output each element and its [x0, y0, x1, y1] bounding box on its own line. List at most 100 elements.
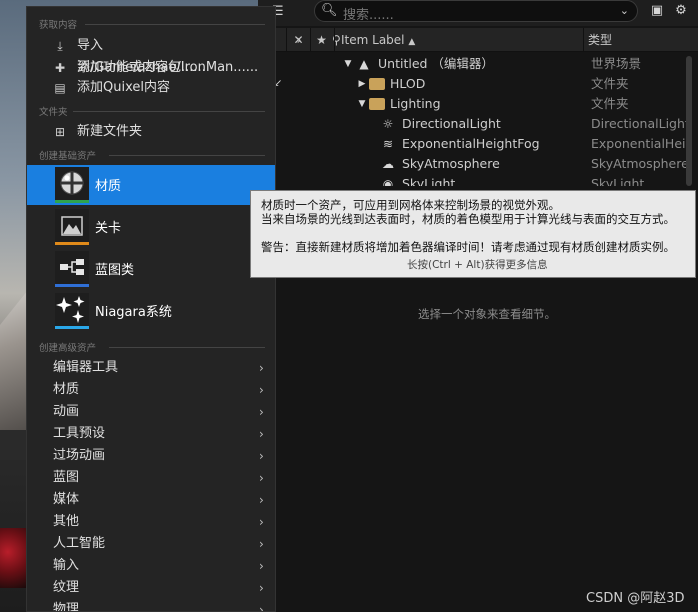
submenu-tool-presets[interactable]: 工具预设 ›	[27, 423, 275, 445]
chevron-right-icon: ›	[259, 493, 264, 507]
chevron-right-icon: ›	[259, 603, 264, 612]
row-type: 文件夹	[591, 76, 629, 91]
asset-type-bar	[55, 200, 89, 203]
asset-type-bar	[55, 242, 89, 245]
row-type: 世界场景	[591, 56, 642, 71]
section-divider	[109, 347, 265, 348]
submenu-label: 纹理	[53, 580, 80, 595]
import-icon: ⤓	[57, 39, 63, 53]
outliner-header: ✕ › ★ ⚲ Item Label ▲ 类型	[258, 28, 698, 52]
collapse-arrow-icon[interactable]: ▶	[354, 74, 370, 94]
asset-label: 蓝图类	[95, 263, 135, 278]
material-thumbnail	[55, 167, 89, 203]
add-feature-label: 添加功能或内容包......	[77, 60, 206, 75]
search-icon: 🔍︎	[321, 3, 338, 18]
submenu-blueprint[interactable]: 蓝图 ›	[27, 467, 275, 489]
row-label: Untitled （编辑器）	[378, 56, 494, 71]
outliner-toolbar: ☰ 🔍︎ 搜索...... ⌄ ▣ ⚙	[258, 0, 698, 26]
outliner-row[interactable]: ☼ DirectionalLight DirectionalLight	[258, 114, 698, 134]
item-label-column[interactable]: Item Label ▲	[334, 28, 583, 52]
row-type: ExponentialHeightFog	[591, 136, 689, 151]
niagara-thumbnail	[55, 293, 89, 329]
submenu-label: 过场动画	[53, 448, 106, 463]
submenu-label: 输入	[53, 558, 80, 573]
create-level-item[interactable]: 关卡	[27, 207, 275, 247]
section-advanced-assets: 创建高级资产	[39, 343, 97, 354]
asset-label: 材质	[95, 179, 122, 194]
chevron-right-icon: ›	[259, 581, 264, 595]
row-type: 文件夹	[591, 96, 629, 111]
outliner-row[interactable]: ☁ SkyAtmosphere SkyAtmosphere	[258, 154, 698, 174]
outliner-row[interactable]: ◉ SkyLight SkyLight	[258, 174, 698, 186]
add-feature-icon: ✚	[54, 61, 66, 75]
new-folder-label: 新建文件夹	[77, 124, 143, 139]
add-quixel-menu-item[interactable]: ▤ 添加Quixel内容	[27, 77, 275, 99]
outliner-row[interactable]: ≋ ExponentialHeightFog ExponentialHeight…	[258, 134, 698, 154]
material-sphere-icon	[60, 171, 84, 195]
chevron-right-icon: ›	[259, 559, 264, 573]
submenu-input[interactable]: 输入 ›	[27, 555, 275, 577]
submenu-label: 媒体	[53, 492, 80, 507]
new-folder-icon: ⊞	[54, 125, 66, 139]
item-label-text: Item Label	[341, 33, 405, 47]
expand-arrow-icon[interactable]: ▼	[340, 54, 356, 74]
submenu-label: 蓝图	[53, 470, 80, 485]
level-icon	[61, 216, 83, 236]
gear-icon[interactable]: ⚙	[672, 3, 690, 21]
submenu-cinematics[interactable]: 过场动画 ›	[27, 445, 275, 467]
row-label: SkyAtmosphere	[402, 156, 500, 171]
submenu-label: 动画	[53, 404, 80, 419]
submenu-label: 材质	[53, 382, 80, 397]
add-feature-menu-item[interactable]: ✚ 添加功能或内容包......	[27, 57, 275, 79]
submenu-animation[interactable]: 动画 ›	[27, 401, 275, 423]
new-folder-menu-item[interactable]: ⊞ 新建文件夹	[27, 121, 275, 143]
outliner-row[interactable]: ▼ Lighting 文件夹	[258, 94, 698, 114]
folder-icon	[369, 78, 385, 90]
fog-icon: ≋	[382, 137, 394, 151]
tooltip-line: 当来自场景的光线到达表面时，材质的着色模型用于计算光线与表面的交互方式。	[261, 212, 675, 226]
chevron-icon: ›	[296, 33, 302, 47]
tooltip-hint: 长按(Ctrl + Alt)获得更多信息	[407, 259, 548, 271]
section-folder: 文件夹	[39, 107, 68, 118]
submenu-editor-tools[interactable]: 编辑器工具 ›	[27, 357, 275, 379]
outliner-row[interactable]: ↙ ▶ HLOD 文件夹	[258, 74, 698, 94]
row-type: DirectionalLight	[591, 116, 689, 131]
row-label: ExponentialHeightFog	[402, 136, 540, 151]
content-browser-context-menu: 获取内容 ⤓ 导入到/Game/azhao/IronMan...... ✚ 添加…	[26, 6, 276, 612]
directional-light-icon: ☼	[382, 117, 394, 131]
world-icon: ▲	[359, 57, 369, 71]
sort-ascending-icon: ▲	[408, 37, 416, 47]
submenu-physics[interactable]: 物理 ›	[27, 599, 275, 612]
chevron-right-icon: ›	[259, 361, 264, 375]
star-column-icon[interactable]: ★	[310, 28, 332, 52]
material-tooltip: 材质时一个资产，可应用到网格体来控制场景的视觉外观。 当来自场景的光线到达表面时…	[250, 190, 696, 278]
level-thumbnail	[55, 209, 89, 245]
row-type: SkyAtmosphere	[591, 156, 689, 171]
section-basic-assets: 创建基础资产	[39, 151, 97, 162]
submenu-artificial-intelligence[interactable]: 人工智能 ›	[27, 533, 275, 555]
folder-open-icon	[369, 98, 385, 110]
type-column[interactable]: 类型	[583, 28, 698, 52]
chevron-down-icon[interactable]: ⌄	[620, 4, 629, 17]
asset-type-bar	[55, 284, 89, 287]
section-get-content: 获取内容	[39, 20, 78, 31]
outliner-row[interactable]: ▼ ▲ Untitled （编辑器） 世界场景	[258, 54, 698, 74]
submenu-texture[interactable]: 纹理 ›	[27, 577, 275, 599]
create-blueprint-class-item[interactable]: 蓝图类	[27, 249, 275, 289]
create-material-item[interactable]: 材质	[27, 165, 275, 205]
add-folder-icon[interactable]: ▣	[648, 3, 666, 21]
expand-arrow-icon[interactable]: ▼	[354, 94, 370, 114]
import-menu-item[interactable]: ⤓ 导入到/Game/azhao/IronMan......	[27, 35, 275, 75]
search-placeholder: 搜索......	[343, 8, 394, 23]
submenu-label: 工具预设	[53, 426, 106, 441]
submenu-miscellaneous[interactable]: 其他 ›	[27, 511, 275, 533]
search-input[interactable]: 🔍︎ 搜索...... ⌄	[314, 0, 638, 23]
submenu-material[interactable]: 材质 ›	[27, 379, 275, 401]
sky-atmosphere-icon: ☁	[382, 157, 394, 171]
create-niagara-system-item[interactable]: Niagara系统	[27, 291, 275, 331]
submenu-media[interactable]: 媒体 ›	[27, 489, 275, 511]
add-quixel-label: 添加Quixel内容	[77, 80, 170, 95]
section-divider	[73, 111, 265, 112]
blueprint-icon	[60, 259, 84, 275]
outliner-scrollbar[interactable]	[686, 56, 692, 186]
